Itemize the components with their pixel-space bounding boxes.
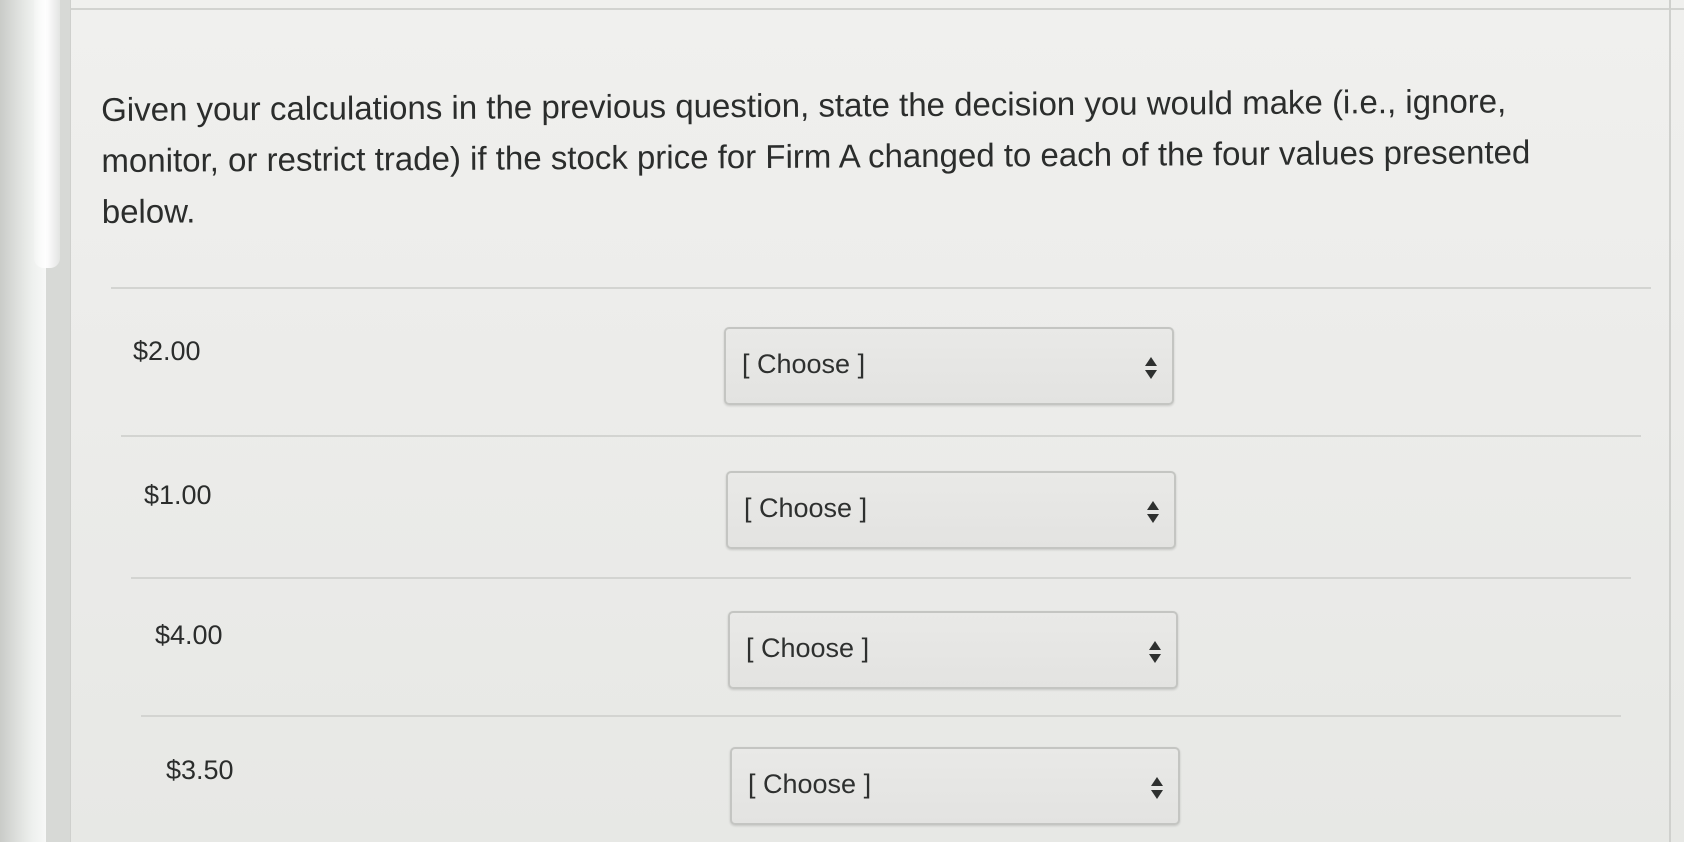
divider — [131, 577, 1631, 579]
decision-select-2[interactable]: [ Choose ] — [726, 471, 1176, 549]
select-value: [ Choose ] — [742, 349, 866, 379]
updown-chevron-icon — [1151, 777, 1163, 799]
price-label-2: $1.00 — [144, 480, 212, 510]
price-label-1: $2.00 — [133, 336, 201, 366]
decision-select-1[interactable]: [ Choose ] — [724, 327, 1174, 405]
divider — [121, 435, 1641, 437]
divider — [111, 287, 1651, 289]
decision-select-3[interactable]: [ Choose ] — [728, 611, 1178, 689]
updown-chevron-icon — [1149, 641, 1161, 663]
select-value: [ Choose ] — [746, 633, 870, 663]
select-value: [ Choose ] — [748, 769, 872, 799]
updown-chevron-icon — [1145, 357, 1157, 379]
answer-list: $2.00 [ Choose ] $1.00 [ Choose ] $4.00 … — [71, 0, 1684, 842]
updown-chevron-icon — [1147, 501, 1159, 523]
quiz-question-panel: Given your calculations in the previous … — [70, 0, 1684, 842]
divider — [141, 715, 1621, 717]
price-label-4: $3.50 — [166, 755, 234, 785]
screen-glare — [34, 0, 60, 268]
decision-select-4[interactable]: [ Choose ] — [730, 747, 1180, 825]
price-label-3: $4.00 — [155, 620, 223, 650]
select-value: [ Choose ] — [744, 493, 868, 523]
